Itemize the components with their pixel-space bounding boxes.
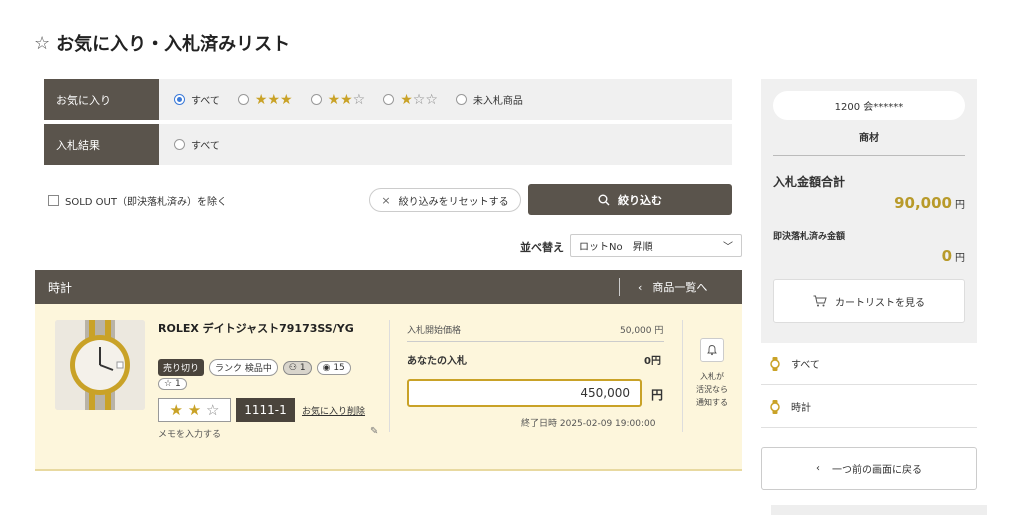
rating-stars-icon: ★★☆ [327,91,366,108]
my-bid-label: あなたの入札 [407,356,467,367]
yen-unit: 円 [651,388,664,402]
item-rating[interactable]: ★ ★ ☆ [158,398,231,422]
radio[interactable] [174,139,185,150]
favorite-remove-link[interactable]: お気に入り削除 [302,404,365,417]
memo-input[interactable]: メモを入力する [158,427,221,440]
filter-row-favorite: お気に入り すべて ★★★ ★★☆ ★☆☆ 未入札商品 [44,79,732,120]
people-icon: ⚇ [288,362,297,373]
rank-badge: ランク 検品中 [209,359,278,376]
view-count-badge: ◉ 15 [316,360,351,375]
divider [773,155,965,156]
sort-select[interactable]: ロットNo 昇順 ﹀ [570,234,742,257]
filter-row-bid-result: 入札結果 すべて [44,124,732,165]
filter-label-favorite: お気に入り [44,79,159,120]
bid-result-options: すべて [159,124,732,165]
favorite-count-badge: ☆ 1 [158,378,187,390]
watch-icon [770,356,780,371]
filter-label-bid-result: 入札結果 [44,124,159,165]
favorite-option-all[interactable]: すべて [174,92,220,107]
chevron-left-icon: ‹ [638,280,643,294]
divider [682,320,683,432]
search-button[interactable]: 絞り込む [528,184,732,215]
favorite-option-3star[interactable]: ★★★ [237,91,293,108]
search-icon [598,194,610,205]
sort-label: 並べ替え [520,241,564,254]
instant-won-label: 即決落札済み金額 [773,232,846,242]
edit-icon[interactable]: ✎ [370,426,378,437]
favorite-option-1star[interactable]: ★☆☆ [383,92,438,108]
bottom-bar [771,505,987,515]
user-sub: 商材 [859,133,879,144]
reset-filter-button[interactable]: × 絞り込みをリセットする [369,188,521,212]
star-outline-icon[interactable]: ☆ [206,401,219,419]
star-outline-icon: ☆ [34,32,51,54]
radio[interactable] [383,94,395,105]
item-title[interactable]: ROLEX デイトジャスト79173SS/YG [158,320,354,336]
notify-text: 入札が 活況なら 通知する [696,372,728,407]
header-divider [619,278,620,296]
item-card: ROLEX デイトジャスト79173SS/YG 売り切り ランク 検品中 ⚇ 1… [35,304,742,471]
watch-image[interactable] [55,320,145,410]
sell-out-badge: 売り切り [158,359,205,376]
radio-checked[interactable] [174,94,185,105]
sidebar-panel: 1200 会****** 商材 入札金額合計 90,000 円 即決落札済み金額 … [761,79,977,343]
bid-amount-input[interactable]: 450,000 [407,379,642,407]
radio[interactable] [455,94,467,105]
favorite-option-unbid[interactable]: 未入札商品 [455,92,523,107]
favorite-option-2star[interactable]: ★★☆ [310,91,366,108]
total-bid-value: 90,000 円 [894,194,965,212]
watch-icon [770,399,780,414]
sold-out-checkbox[interactable] [48,195,59,206]
notify-bell-button[interactable] [700,338,724,362]
start-price-label: 入札開始価格 [407,326,462,336]
user-pill: 1200 会****** [773,91,965,120]
radio[interactable] [237,94,249,105]
page-title: ☆ お気に入り・入札済みリスト [34,30,290,56]
category-title: 時計 [48,280,73,295]
cart-list-button[interactable]: カートリストを見る [773,279,965,323]
bid-result-option-all[interactable]: すべて [174,137,220,152]
item-badges: 売り切り ランク 検品中 ⚇ 1 ◉ 15 [158,359,351,376]
my-bid-value: 0円 [644,356,661,367]
cart-icon [813,295,827,307]
sidebar-link-watch[interactable]: 時計 [761,386,977,428]
end-time: 終了日時 2025-02-09 19:00:00 [521,419,656,429]
category-header: 時計 [35,270,742,304]
product-list-link[interactable]: ‹ 商品一覧へ [638,270,707,304]
radio[interactable] [310,94,322,105]
back-button[interactable]: ‹ 一つ前の画面に戻る [761,447,977,490]
page-title-text: お気に入り・入札済みリスト [56,34,291,55]
close-icon: × [381,193,391,207]
star-filled-icon[interactable]: ★ [188,401,201,419]
rating-stars-icon: ★★★ [254,91,293,108]
watch-icon [55,320,145,410]
eye-icon: ◉ [322,362,331,373]
star-filled-icon[interactable]: ★ [170,401,183,419]
star-outline-icon: ☆ [164,379,173,389]
instant-won-value: 0円 [941,247,965,265]
divider [389,320,390,432]
start-price-value: 50,000 円 [620,326,664,336]
people-count-badge: ⚇ 1 [282,360,312,375]
bell-icon [707,345,717,356]
divider [407,341,664,342]
sidebar-link-all[interactable]: すべて [761,343,977,385]
lot-number: 1111-1 [236,398,295,422]
chevron-left-icon: ‹ [816,463,820,474]
rating-stars-icon: ★☆☆ [400,91,438,108]
filter-box: お気に入り すべて ★★★ ★★☆ ★☆☆ 未入札商品 入札結果 すべて [44,79,732,169]
chevron-down-icon: ﹀ [723,242,733,253]
favorite-options: すべて ★★★ ★★☆ ★☆☆ 未入札商品 [159,79,732,120]
total-bid-label: 入札金額合計 [773,175,846,189]
sold-out-checkbox-row[interactable]: SOLD OUT（即決落札済み）を除く [48,193,227,208]
